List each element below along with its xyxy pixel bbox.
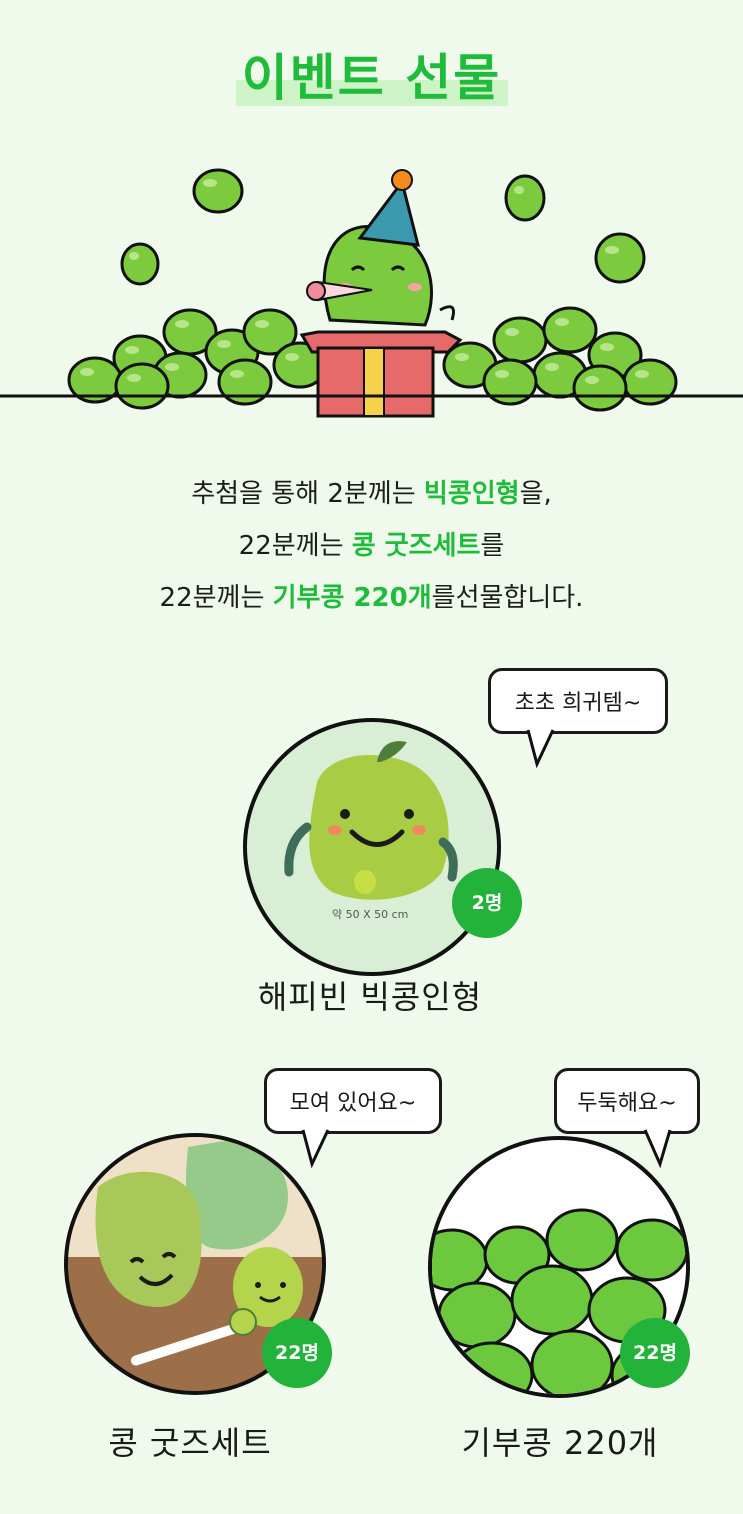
bean-icon [120,242,160,286]
bubble-tail [643,1129,672,1168]
bubble-tail [526,729,555,768]
speech-bubble: 모여 있어요~ [264,1068,442,1134]
bean-icon [594,232,646,284]
plush-doll-icon [284,741,458,900]
event-description: 추첨을 통해 2분께는 빅콩인형을, 22분께는 콩 굿즈세트를 22분께는 기… [0,468,743,624]
description-line: 추첨을 통해 2분께는 빅콩인형을, [191,479,552,509]
speech-bubble: 초초 희귀템~ [488,668,668,734]
winner-count-badge: 22명 [262,1318,332,1388]
bean-icon [192,168,244,214]
speech-bubble: 두둑해요~ [554,1068,700,1134]
item-name: 콩 굿즈세트 [108,1424,272,1462]
bean-icon [504,174,546,222]
page-title: 이벤트 선물 [241,49,502,107]
size-label: 약 50 X 50 cm [332,908,409,921]
mascot-bean [306,169,455,327]
hero-illustration [0,168,743,418]
bean-pile-left [67,308,328,410]
description-line: 22분께는 콩 굿즈세트를 [238,531,505,561]
description-line: 22분께는 기부콩 220개를선물합니다. [159,583,584,613]
bubble-tail [301,1129,330,1168]
winner-count-badge: 22명 [620,1318,690,1388]
winner-count-badge: 2명 [452,868,522,938]
item-image-plush [243,718,501,976]
title-wrap: 이벤트 선물 [0,38,743,110]
item-name: 해피빈 빅콩인형 [257,978,483,1016]
gift-box-icon [299,330,463,418]
item-name: 기부콩 220개 [461,1424,659,1462]
